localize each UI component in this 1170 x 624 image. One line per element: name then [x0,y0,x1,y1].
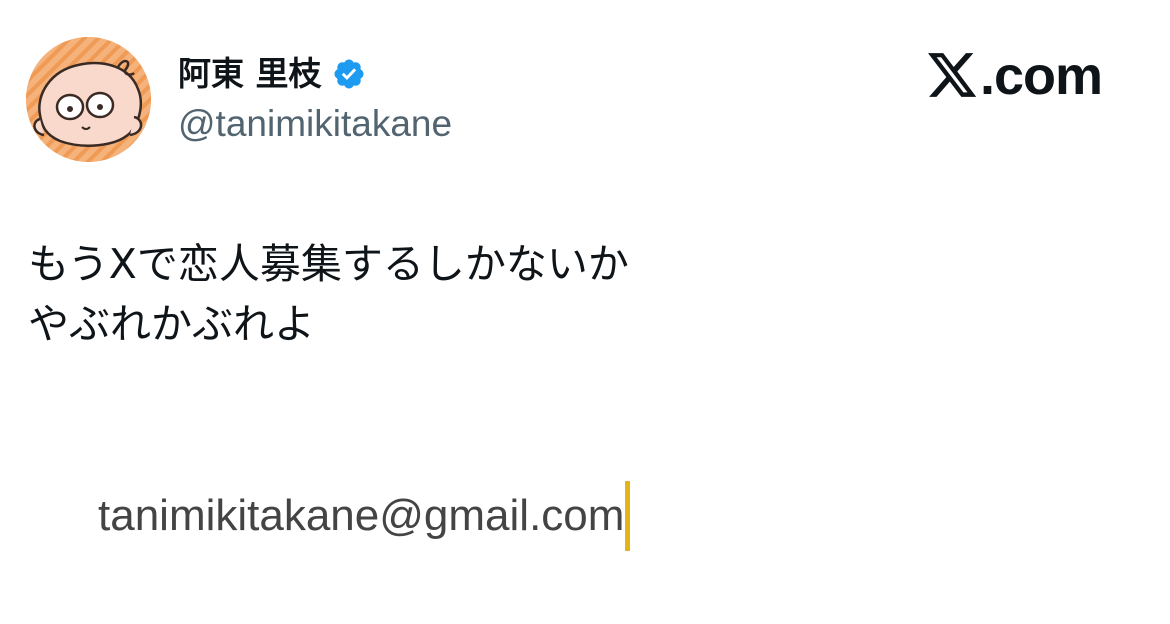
text-cursor [625,481,631,551]
avatar-image [26,37,151,162]
x-logo-icon [927,53,978,99]
avatar[interactable] [26,37,151,162]
display-name[interactable]: 阿東 里枝 [178,52,322,96]
x-com-brand: .com [927,44,1103,108]
verified-badge-icon [332,57,366,91]
email-field[interactable]: tanimikitakane@gmail.com [98,480,631,552]
brand-domain-label: .com [979,46,1103,106]
author-name-row: 阿東 里枝 [178,52,366,96]
tweet-line: もうXで恋人募集するしかないか [28,240,629,288]
tweet-body: もうXで恋人募集するしかないか やぶれかぶれよ [28,234,1128,354]
tweet-line: やぶれかぶれよ [28,300,315,348]
user-handle[interactable]: @tanimikitakane [178,100,452,148]
email-field-value: tanimikitakane@gmail.com [98,491,625,540]
